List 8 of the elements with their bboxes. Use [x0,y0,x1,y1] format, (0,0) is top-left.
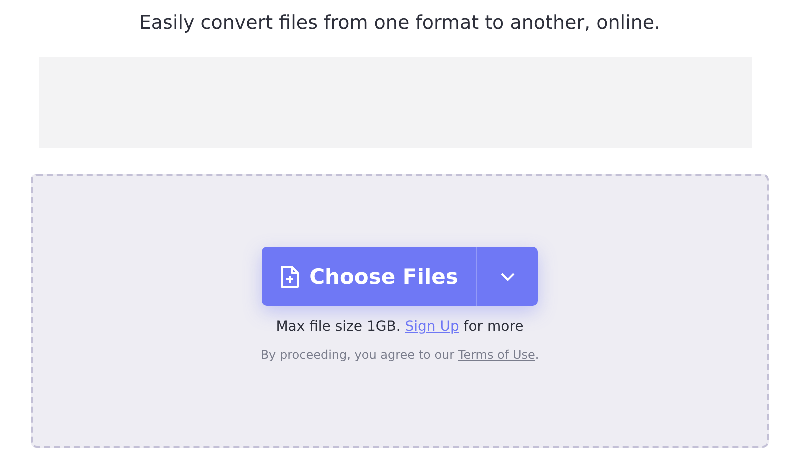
file-size-note: Max file size 1GB. Sign Up for more [276,319,524,335]
caret-icon [500,272,515,280]
terms-link[interactable]: Terms of Use [458,348,536,362]
terms-note: By proceeding, you agree to our Terms of Use. [260,348,540,362]
drop-zone[interactable]: Choose Files Max file size 1GB. Sign Up for more By proceeding, you agree to our Terms of Use. [31,174,769,448]
file-plus-icon [280,264,300,288]
sign-up-link[interactable]: Sign Up [405,319,460,335]
tagline: Easily convert files from one format to another, online. [139,12,661,36]
